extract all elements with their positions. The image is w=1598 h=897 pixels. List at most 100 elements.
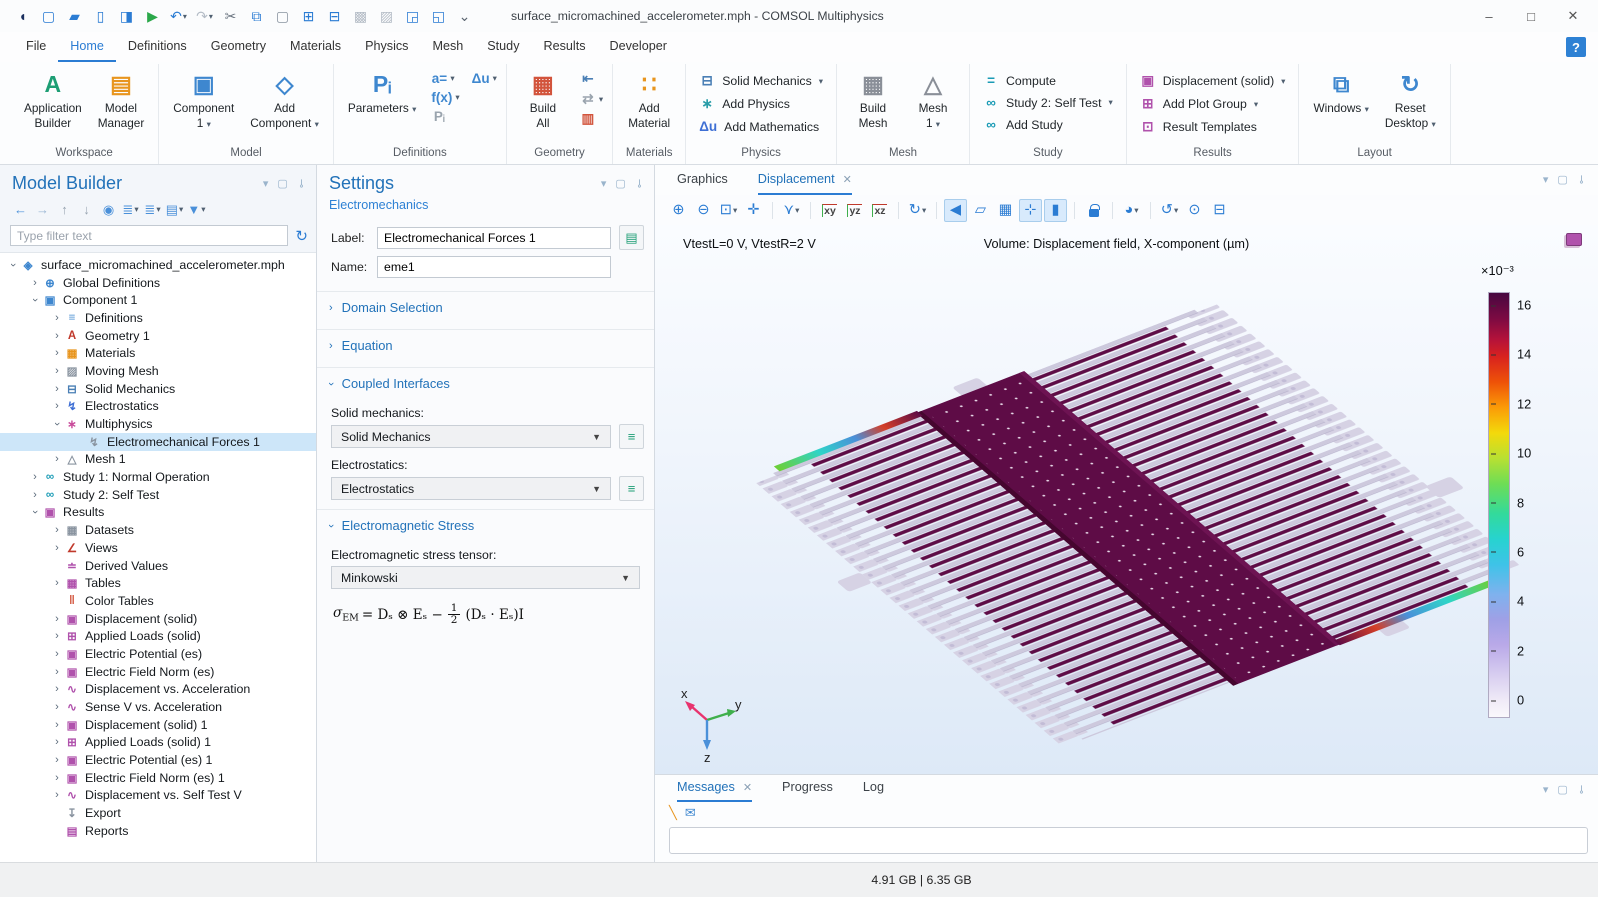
chevron-down-icon[interactable]: › xyxy=(51,417,63,431)
chevron-right-icon[interactable]: › xyxy=(50,754,64,766)
build-mesh-button[interactable]: ▦BuildMesh xyxy=(844,67,902,132)
open-icon[interactable]: ▰ xyxy=(62,4,87,28)
save-preview-icon[interactable]: ◨ xyxy=(114,4,139,28)
save-icon[interactable]: ▯ xyxy=(88,4,113,28)
model-tree-nodes-icon[interactable]: ▤▾ xyxy=(164,199,185,220)
chevron-right-icon[interactable]: › xyxy=(50,772,64,784)
virtual-operations-button[interactable]: ▥ xyxy=(580,111,603,127)
tree-item-root[interactable]: ›◈surface_micromachined_accelerometer.mp… xyxy=(0,256,316,274)
plot-thumbnail-icon[interactable] xyxy=(1566,233,1582,246)
chevron-right-icon[interactable]: › xyxy=(50,365,64,377)
application-builder-button[interactable]: AApplicationBuilder xyxy=(17,67,89,132)
tree-item-electromechanical-forces-1[interactable]: ↯Electromechanical Forces 1 xyxy=(0,433,316,451)
tree-item-displacement-solid[interactable]: ›▣Displacement (solid) xyxy=(0,610,316,628)
parameter-case-button[interactable]: Pᵢ xyxy=(431,109,459,124)
tree-item-study-1[interactable]: ›∞Study 1: Normal Operation xyxy=(0,468,316,486)
import-geometry-button[interactable]: ⇤ xyxy=(580,71,603,87)
show-hide-icon[interactable]: ◉ xyxy=(98,199,119,220)
add-study-button[interactable]: ∞Add Study xyxy=(979,116,1117,133)
chevron-down-icon[interactable]: › xyxy=(29,293,41,307)
chevron-right-icon[interactable]: › xyxy=(50,789,64,801)
chevron-right-icon[interactable]: › xyxy=(50,683,64,695)
zoom-extents-icon[interactable]: ✛ xyxy=(742,199,765,222)
zoom-box-icon[interactable]: ⊡▾ xyxy=(717,199,740,222)
scene-light-icon[interactable]: ◀ xyxy=(944,199,967,222)
move-down-icon[interactable]: ↓ xyxy=(76,199,97,220)
tree-item-tables[interactable]: ›▦Tables xyxy=(0,574,316,592)
menu-physics[interactable]: Physics xyxy=(353,32,420,62)
tree-item-results[interactable]: ›▣Results xyxy=(0,504,316,522)
rotate-view-icon[interactable]: ↻▾ xyxy=(906,199,929,222)
comsol-logo[interactable]: ◖ xyxy=(10,4,35,28)
mesh-1-button[interactable]: △Mesh1 ▾ xyxy=(904,67,962,133)
tree-item-mesh-1[interactable]: ›△Mesh 1 xyxy=(0,451,316,469)
chevron-right-icon[interactable]: › xyxy=(50,701,64,713)
menu-results[interactable]: Results xyxy=(532,32,598,62)
refresh-icon[interactable]: ↻ xyxy=(295,227,308,245)
undo-icon[interactable]: ↶▾ xyxy=(166,4,191,28)
nonlocal-couplings-button[interactable]: Δu▾ xyxy=(472,71,497,86)
delete-icon[interactable]: ⊟ xyxy=(322,4,347,28)
environment-icon[interactable]: ▦ xyxy=(994,199,1017,222)
tree-item-displacement-vs-acceleration[interactable]: ›∿Displacement vs. Acceleration xyxy=(0,681,316,699)
close-button[interactable]: ✕ xyxy=(1552,1,1594,31)
pin-panel-icon[interactable]: ⊸ xyxy=(633,179,646,188)
open-message-window-icon[interactable]: ✉ xyxy=(685,805,696,821)
tree-item-displacement-solid-1[interactable]: ›▣Displacement (solid) 1 xyxy=(0,716,316,734)
tree-item-export[interactable]: ↧Export xyxy=(0,804,316,822)
view-xz-icon[interactable]: xz xyxy=(868,199,891,222)
copy-icon[interactable]: ⧉ xyxy=(244,4,269,28)
chevron-right-icon[interactable]: › xyxy=(50,736,64,748)
tree-item-electric-potential-es-1[interactable]: ›▣Electric Potential (es) 1 xyxy=(0,751,316,769)
messages-content[interactable] xyxy=(669,827,1588,854)
functions-button[interactable]: f(x)▾ xyxy=(431,90,459,105)
tab-graphics[interactable]: Graphics xyxy=(677,165,728,195)
tree-item-component-1[interactable]: ›▣Component 1 xyxy=(0,291,316,309)
detach-panel-icon[interactable]: ▢ xyxy=(1557,783,1567,796)
chevron-right-icon[interactable]: › xyxy=(50,400,64,412)
update-plot-icon[interactable]: ↺▾ xyxy=(1158,199,1181,222)
pin-panel-icon[interactable]: ⊸ xyxy=(295,179,308,188)
chevron-right-icon[interactable]: › xyxy=(50,383,64,395)
menu-definitions[interactable]: Definitions xyxy=(116,32,199,62)
tree-item-multiphysics[interactable]: ›∗Multiphysics xyxy=(0,415,316,433)
snapshot-icon[interactable]: ⊙ xyxy=(1183,199,1206,222)
detach-panel-icon[interactable]: ▢ xyxy=(1557,173,1567,186)
component-1-button[interactable]: ▣Component1 ▾ xyxy=(166,67,241,133)
chevron-down-icon[interactable]: › xyxy=(29,505,41,519)
forward-icon[interactable]: → xyxy=(32,199,53,220)
view-xy-icon[interactable]: xy xyxy=(818,199,841,222)
section-equation[interactable]: › Equation xyxy=(317,329,654,361)
chevron-right-icon[interactable]: › xyxy=(50,613,64,625)
build-all-button[interactable]: ▦BuildAll xyxy=(514,67,572,132)
redo-icon[interactable]: ↷▾ xyxy=(192,4,217,28)
add-electrostatics-interface-button[interactable]: ≡ xyxy=(619,476,644,501)
back-icon[interactable]: ← xyxy=(10,199,31,220)
tree-item-datasets[interactable]: ›▦Datasets xyxy=(0,521,316,539)
search-results-icon[interactable]: ◱ xyxy=(426,4,451,28)
collapse-panel-icon[interactable]: ▾ xyxy=(601,177,607,190)
filter-icon[interactable]: ▼▾ xyxy=(186,199,207,220)
chevron-right-icon[interactable]: › xyxy=(50,347,64,359)
tree-filter-input[interactable] xyxy=(10,225,288,246)
menu-study[interactable]: Study xyxy=(475,32,531,62)
tree-item-electric-potential-es[interactable]: ›▣Electric Potential (es) xyxy=(0,645,316,663)
tree-item-materials[interactable]: ›▦Materials xyxy=(0,344,316,362)
lock-view-icon[interactable] xyxy=(1082,199,1105,222)
variables-button[interactable]: a=▾ xyxy=(431,71,459,86)
menu-materials[interactable]: Materials xyxy=(278,32,353,62)
tree-item-study-2[interactable]: ›∞Study 2: Self Test xyxy=(0,486,316,504)
detach-panel-icon[interactable]: ▢ xyxy=(277,177,287,190)
tree-item-solid-mechanics[interactable]: ›⊟Solid Mechanics xyxy=(0,380,316,398)
collapse-all-icon[interactable]: ≣▾ xyxy=(142,199,163,220)
tree-item-moving-mesh[interactable]: ›▨Moving Mesh xyxy=(0,362,316,380)
tab-displacement[interactable]: Displacement✕ xyxy=(758,165,852,195)
tree-item-sense-v-vs-acceleration[interactable]: ›∿Sense V vs. Acceleration xyxy=(0,698,316,716)
result-templates-button[interactable]: ⊡Result Templates xyxy=(1136,118,1290,136)
tab-messages[interactable]: Messages✕ xyxy=(677,775,752,802)
tree-item-derived-values[interactable]: ≐Derived Values xyxy=(0,557,316,575)
name-field[interactable] xyxy=(377,256,611,278)
add-mathematics-button[interactable]: ΔuAdd Mathematics xyxy=(695,118,827,135)
study-select[interactable]: ∞Study 2: Self Test▾ xyxy=(979,94,1117,111)
new-file-icon[interactable]: ▢ xyxy=(36,4,61,28)
